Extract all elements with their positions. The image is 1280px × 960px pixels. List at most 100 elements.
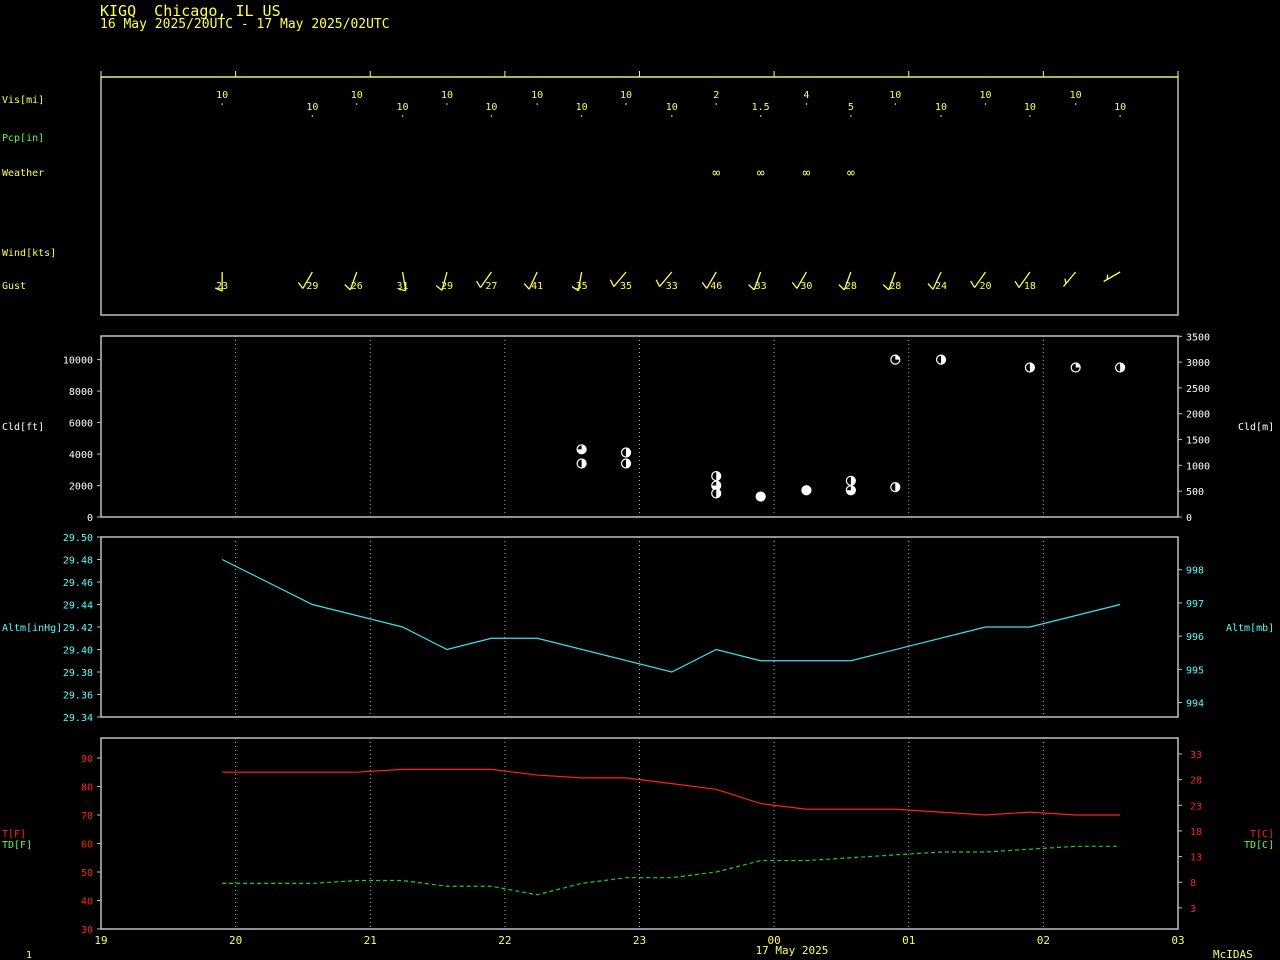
wind-barb-feather <box>344 284 351 291</box>
gust-value: 29 <box>441 281 453 292</box>
gust-value: 41 <box>531 281 543 292</box>
cloud-cover-symbol <box>845 485 856 496</box>
visibility-dot <box>311 115 314 117</box>
visibility-value: 10 <box>576 102 588 113</box>
wind-barb-feather <box>1064 278 1067 284</box>
visibility-value: 10 <box>1070 90 1082 101</box>
gust-value: 26 <box>351 281 363 292</box>
altimeter-ytick-right-label: 998 <box>1186 566 1204 577</box>
gust-value: 30 <box>800 281 812 292</box>
wind-barb-feather <box>970 280 976 288</box>
altimeter-ytick-right-label: 995 <box>1186 665 1204 676</box>
time-tick-label: 20 <box>229 934 242 947</box>
temperature-line <box>222 768 1121 816</box>
altimeter-ytick-label: 29.40 <box>63 646 93 657</box>
visibility-dot <box>671 115 673 117</box>
cloud-cover-symbol <box>1024 362 1036 373</box>
visibility-dot <box>490 115 493 117</box>
gust-value: 46 <box>710 281 722 292</box>
cloud-cover-symbol <box>755 491 766 502</box>
cloud-ytick-label: 8000 <box>69 387 93 398</box>
wind-barb-feather <box>475 280 482 288</box>
cloud-ytick-right-label: 500 <box>1186 487 1204 498</box>
visibility-dot <box>625 103 627 105</box>
meteogram-plot: 19 20 21 22 23 00 01 02 0317 May 20251 McIDASVis[… <box>2 71 1274 960</box>
cloud-ytick-label: 6000 <box>69 419 93 430</box>
gust-value: 27 <box>485 281 497 292</box>
gust-value: 35 <box>576 281 588 292</box>
wind-barb-feather <box>1106 274 1109 280</box>
visibility-value: 2 <box>713 90 719 101</box>
visibility-dot <box>355 103 358 105</box>
visibility-value: 10 <box>351 90 363 101</box>
time-tick-label: 23 <box>633 934 646 947</box>
visibility-value: 10 <box>441 90 453 101</box>
altimeter-ytick-right-label: 996 <box>1186 632 1204 643</box>
cloud-cover-symbol <box>890 481 901 493</box>
cloud-cover-symbol <box>576 444 587 455</box>
wind-barb <box>1062 271 1077 287</box>
weather-symbol: ∞ <box>847 166 855 181</box>
temperature-ytick-label: 60 <box>81 839 93 850</box>
altimeter-ytick-label: 29.48 <box>63 556 93 567</box>
visibility-dot <box>850 115 852 117</box>
cloud-ytick-right-label: 2500 <box>1186 384 1210 395</box>
panel-frame-surf <box>100 76 1179 316</box>
weather-symbol: ∞ <box>712 166 720 181</box>
cloud-ytick-right-label: 3500 <box>1186 332 1210 343</box>
visibility-dot <box>1119 115 1121 117</box>
gust-value: 35 <box>620 281 632 292</box>
altimeter-ytick-right-label: 997 <box>1186 599 1204 610</box>
cloud-cover-symbol <box>845 475 856 486</box>
visibility-dot <box>894 103 897 105</box>
wind-barb-feather <box>748 284 755 291</box>
gust-value: 20 <box>979 281 991 292</box>
visibility-value: 4 <box>803 90 809 101</box>
cloud-symbol-fill <box>1075 362 1081 368</box>
visibility-dot <box>805 103 808 105</box>
weather-symbol: ∞ <box>757 166 765 181</box>
panel-frame-cld <box>100 335 1179 518</box>
temperature-ytick-label: 80 <box>81 782 93 793</box>
cloud-symbol-fill <box>756 492 766 502</box>
wind-barb-feather <box>523 283 530 290</box>
visibility-dot <box>536 103 538 105</box>
temperature-ytick-label: 70 <box>81 811 93 822</box>
gust-value: 18 <box>1024 281 1036 292</box>
time-tick-label: 03 <box>1171 934 1184 947</box>
gust-value: 28 <box>845 281 857 292</box>
vis-row-label: Vis[mi] <box>2 95 44 106</box>
temperature-ytick-label: 50 <box>81 868 93 879</box>
cloud-symbol-fill <box>895 355 900 360</box>
cloud-ytick-right-label: 0 <box>1186 513 1192 524</box>
brand-label: McIDAS <box>1213 948 1253 960</box>
wind-barb-feather <box>297 281 304 289</box>
temperature-ylabel-right: T[C] <box>1250 829 1274 840</box>
wind-barb-shaft <box>1103 271 1121 283</box>
visibility-value: 10 <box>485 102 497 113</box>
temperature-ytick-label: 40 <box>81 896 93 907</box>
cloud-cover-symbol <box>711 488 722 499</box>
wind-barb-feather <box>791 281 798 289</box>
time-tick-label: 22 <box>498 934 511 947</box>
altimeter-ytick-label: 29.50 <box>63 533 93 544</box>
visibility-value: 10 <box>889 90 901 101</box>
visibility-value: 10 <box>216 90 228 101</box>
visibility-value: 10 <box>397 102 409 113</box>
dewpoint-ylabel: TD[F] <box>2 840 32 851</box>
meteogram: KIGQ Chicago, IL US 16 May 2025/20UTC - … <box>0 0 1280 960</box>
temperature-ytick-label: 90 <box>81 754 93 765</box>
dewpoint-ylabel-right: TD[C] <box>1244 840 1274 851</box>
temperature-ytick-right-label: 3 <box>1190 904 1196 915</box>
weather-symbol: ∞ <box>803 166 811 181</box>
pcp-row-label: Pcp[in] <box>2 133 44 144</box>
altimeter-ytick-label: 29.46 <box>63 578 93 589</box>
gust-value: 23 <box>216 281 228 292</box>
cloud-ytick-label: 4000 <box>69 450 93 461</box>
wind-barb-feather <box>701 281 708 289</box>
time-tick-label: 02 <box>1037 934 1050 947</box>
cloud-ytick-label: 0 <box>87 513 93 524</box>
cloud-symbol-fill <box>801 485 811 495</box>
wind-row-label: Wind[kts] <box>2 248 56 259</box>
temperature-ytick-right-label: 23 <box>1190 801 1202 812</box>
